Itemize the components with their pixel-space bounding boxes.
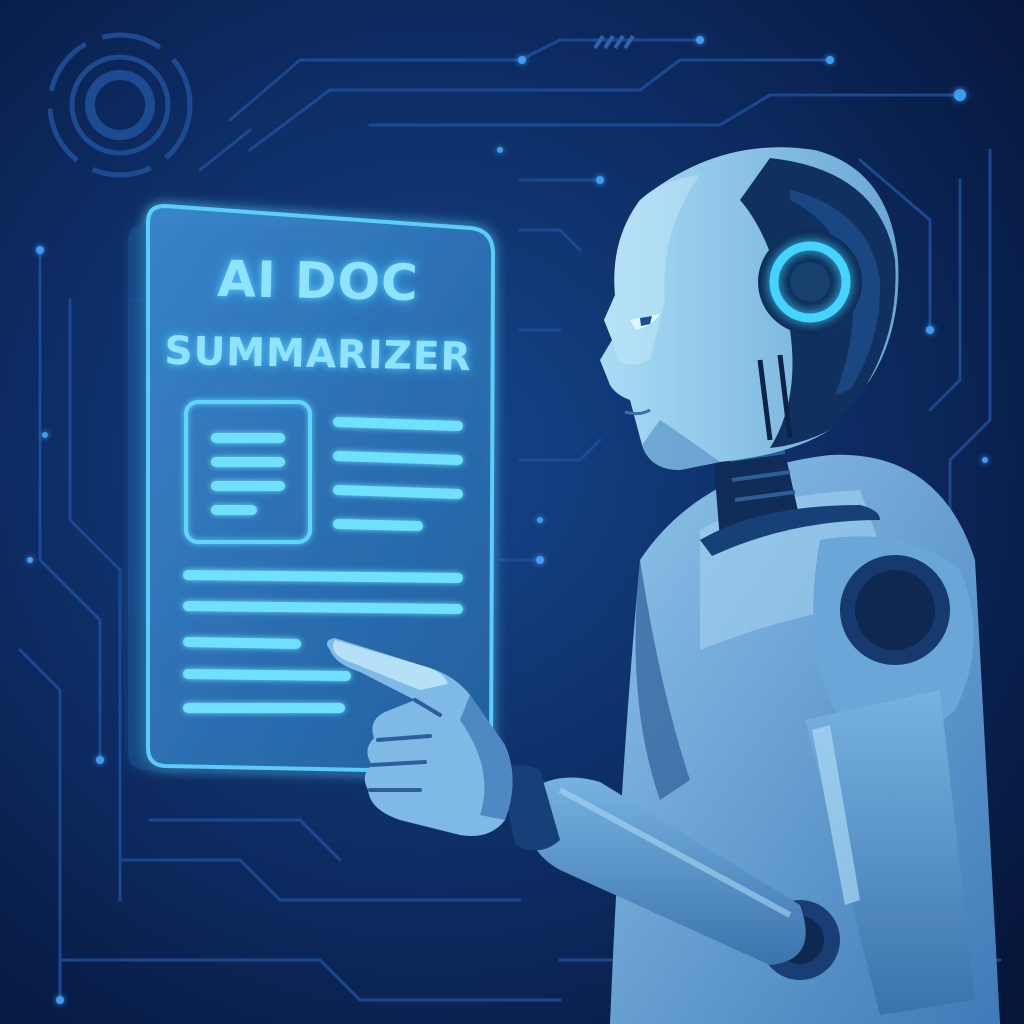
document-title-line-1: AI DOC xyxy=(216,249,420,313)
document-title-line-2: SUMMARIZER xyxy=(164,328,472,381)
ear-light-icon xyxy=(758,230,862,334)
scene-artwork xyxy=(0,0,1024,1024)
illustration: AI DOC SUMMARIZER xyxy=(0,0,1024,1024)
